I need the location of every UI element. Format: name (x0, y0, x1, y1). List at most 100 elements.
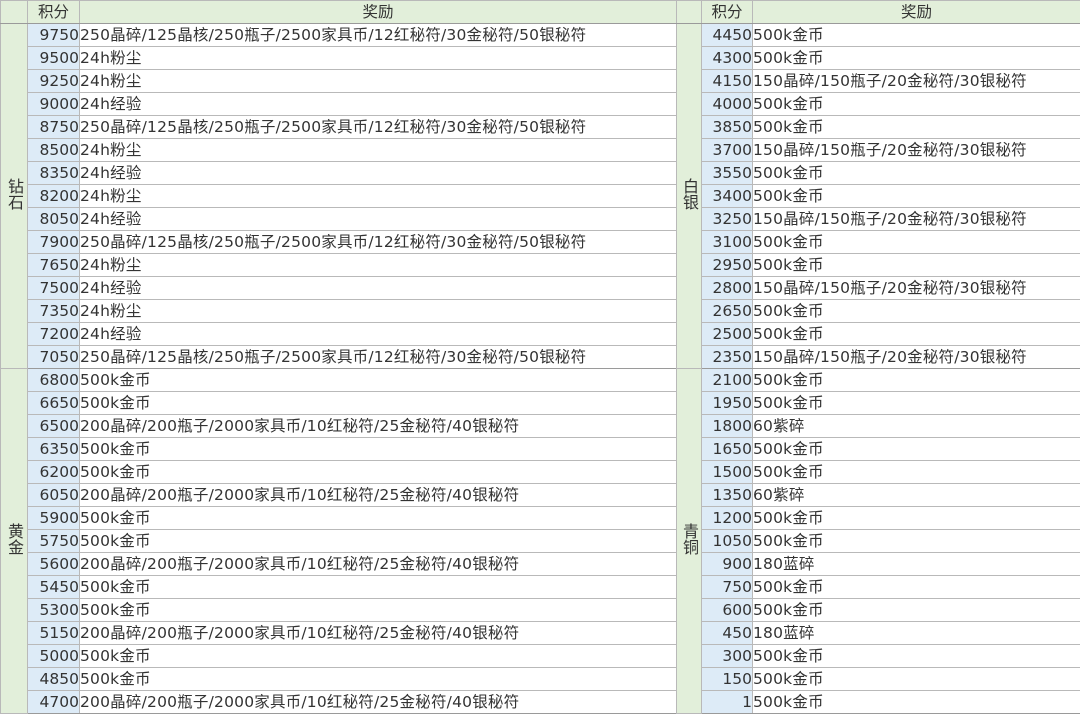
reward-cell: 200晶碎/200瓶子/2000家具币/10红秘符/25金秘符/40银秘符 (80, 484, 677, 507)
reward-cell: 500k金币 (753, 507, 1080, 530)
score-cell: 750 (702, 576, 753, 599)
reward-cell: 500k金币 (753, 24, 1080, 47)
reward-cell: 180蓝碎 (753, 622, 1080, 645)
table-row: 1200500k金币 (677, 507, 1080, 530)
score-cell: 8750 (28, 116, 80, 139)
table-row: 6350500k金币 (1, 438, 677, 461)
table-row: 8750250晶碎/125晶核/250瓶子/2500家具币/12红秘符/30金秘… (1, 116, 677, 139)
score-cell: 2100 (702, 369, 753, 392)
table-row: 白银4450500k金币 (677, 24, 1080, 47)
score-cell: 5600 (28, 553, 80, 576)
table-row: 925024h粉尘 (1, 70, 677, 93)
table-row: 6650500k金币 (1, 392, 677, 415)
reward-cell: 24h粉尘 (80, 139, 677, 162)
table-row: 3550500k金币 (677, 162, 1080, 185)
reward-cell: 500k金币 (753, 668, 1080, 691)
table-row: 2650500k金币 (677, 300, 1080, 323)
table-row: 600500k金币 (677, 599, 1080, 622)
table-row: 900180蓝碎 (677, 553, 1080, 576)
score-cell: 1050 (702, 530, 753, 553)
table-row: 钻石9750250晶碎/125晶核/250瓶子/2500家具币/12红秘符/30… (1, 24, 677, 47)
table-row: 5300500k金币 (1, 599, 677, 622)
left-panel: 积分 奖励 钻石9750250晶碎/125晶核/250瓶子/2500家具币/12… (0, 0, 676, 687)
score-cell: 1200 (702, 507, 753, 530)
table-row: 4300500k金币 (677, 47, 1080, 70)
score-cell: 6500 (28, 415, 80, 438)
reward-cell: 500k金币 (753, 185, 1080, 208)
reward-cell: 24h粉尘 (80, 254, 677, 277)
table-row: 950024h粉尘 (1, 47, 677, 70)
table-row: 1500k金币 (677, 691, 1080, 714)
reward-cell: 500k金币 (80, 392, 677, 415)
table-row: 5450500k金币 (1, 576, 677, 599)
reward-cell: 500k金币 (753, 162, 1080, 185)
score-cell: 2800 (702, 277, 753, 300)
reward-cell: 24h粉尘 (80, 300, 677, 323)
tier-cell: 钻石 (1, 24, 28, 369)
table-row: 6050200晶碎/200瓶子/2000家具币/10红秘符/25金秘符/40银秘… (1, 484, 677, 507)
table-row: 750024h经验 (1, 277, 677, 300)
table-row: 4150150晶碎/150瓶子/20金秘符/30银秘符 (677, 70, 1080, 93)
reward-cell: 500k金币 (753, 461, 1080, 484)
table-row: 6500200晶碎/200瓶子/2000家具币/10红秘符/25金秘符/40银秘… (1, 415, 677, 438)
score-cell: 1500 (702, 461, 753, 484)
right-header-tier (677, 1, 702, 24)
score-cell: 150 (702, 668, 753, 691)
table-row: 4700200晶碎/200瓶子/2000家具币/10红秘符/25金秘符/40银秘… (1, 691, 677, 714)
table-row: 835024h经验 (1, 162, 677, 185)
reward-cell: 250晶碎/125晶核/250瓶子/2500家具币/12红秘符/30金秘符/50… (80, 24, 677, 47)
score-cell: 9750 (28, 24, 80, 47)
score-cell: 4300 (702, 47, 753, 70)
table-row: 765024h粉尘 (1, 254, 677, 277)
score-cell: 5300 (28, 599, 80, 622)
score-cell: 600 (702, 599, 753, 622)
score-cell: 8350 (28, 162, 80, 185)
right-header-row: 积分 奖励 (677, 1, 1080, 24)
table-row: 5000500k金币 (1, 645, 677, 668)
tier-label: 黄金 (4, 523, 24, 555)
score-cell: 3100 (702, 231, 753, 254)
right-reward-table: 积分 奖励 白银4450500k金币4300500k金币4150150晶碎/15… (676, 0, 1080, 714)
score-cell: 8500 (28, 139, 80, 162)
table-row: 2350150晶碎/150瓶子/20金秘符/30银秘符 (677, 346, 1080, 369)
tier-cell: 青铜 (677, 369, 702, 714)
reward-cell: 500k金币 (753, 645, 1080, 668)
score-cell: 5000 (28, 645, 80, 668)
tier-cell: 白银 (677, 24, 702, 369)
table-row: 4000500k金币 (677, 93, 1080, 116)
score-cell: 300 (702, 645, 753, 668)
score-cell: 9250 (28, 70, 80, 93)
reward-cell: 500k金币 (753, 116, 1080, 139)
table-row: 6200500k金币 (1, 461, 677, 484)
left-header-reward: 奖励 (80, 1, 677, 24)
score-cell: 8200 (28, 185, 80, 208)
score-cell: 1650 (702, 438, 753, 461)
score-cell: 7050 (28, 346, 80, 369)
left-reward-table: 积分 奖励 钻石9750250晶碎/125晶核/250瓶子/2500家具币/12… (0, 0, 677, 714)
reward-cell: 150晶碎/150瓶子/20金秘符/30银秘符 (753, 277, 1080, 300)
reward-cell: 500k金币 (753, 300, 1080, 323)
table-row: 750500k金币 (677, 576, 1080, 599)
reward-cell: 500k金币 (80, 599, 677, 622)
score-cell: 8050 (28, 208, 80, 231)
left-header-score: 积分 (28, 1, 80, 24)
reward-cell: 200晶碎/200瓶子/2000家具币/10红秘符/25金秘符/40银秘符 (80, 622, 677, 645)
reward-cell: 500k金币 (753, 599, 1080, 622)
table-row: 180060紫碎 (677, 415, 1080, 438)
left-table-body: 钻石9750250晶碎/125晶核/250瓶子/2500家具币/12红秘符/30… (1, 24, 677, 714)
table-row: 3700150晶碎/150瓶子/20金秘符/30银秘符 (677, 139, 1080, 162)
score-cell: 3250 (702, 208, 753, 231)
right-panel: 积分 奖励 白银4450500k金币4300500k金币4150150晶碎/15… (676, 0, 1080, 687)
reward-cell: 150晶碎/150瓶子/20金秘符/30银秘符 (753, 346, 1080, 369)
reward-cell: 200晶碎/200瓶子/2000家具币/10红秘符/25金秘符/40银秘符 (80, 691, 677, 714)
left-header-tier (1, 1, 28, 24)
score-cell: 9000 (28, 93, 80, 116)
score-cell: 3850 (702, 116, 753, 139)
table-row: 450180蓝碎 (677, 622, 1080, 645)
score-cell: 7900 (28, 231, 80, 254)
table-row: 2800150晶碎/150瓶子/20金秘符/30银秘符 (677, 277, 1080, 300)
table-row: 1950500k金币 (677, 392, 1080, 415)
table-row: 735024h粉尘 (1, 300, 677, 323)
reward-cell: 24h粉尘 (80, 70, 677, 93)
reward-cell: 24h经验 (80, 323, 677, 346)
